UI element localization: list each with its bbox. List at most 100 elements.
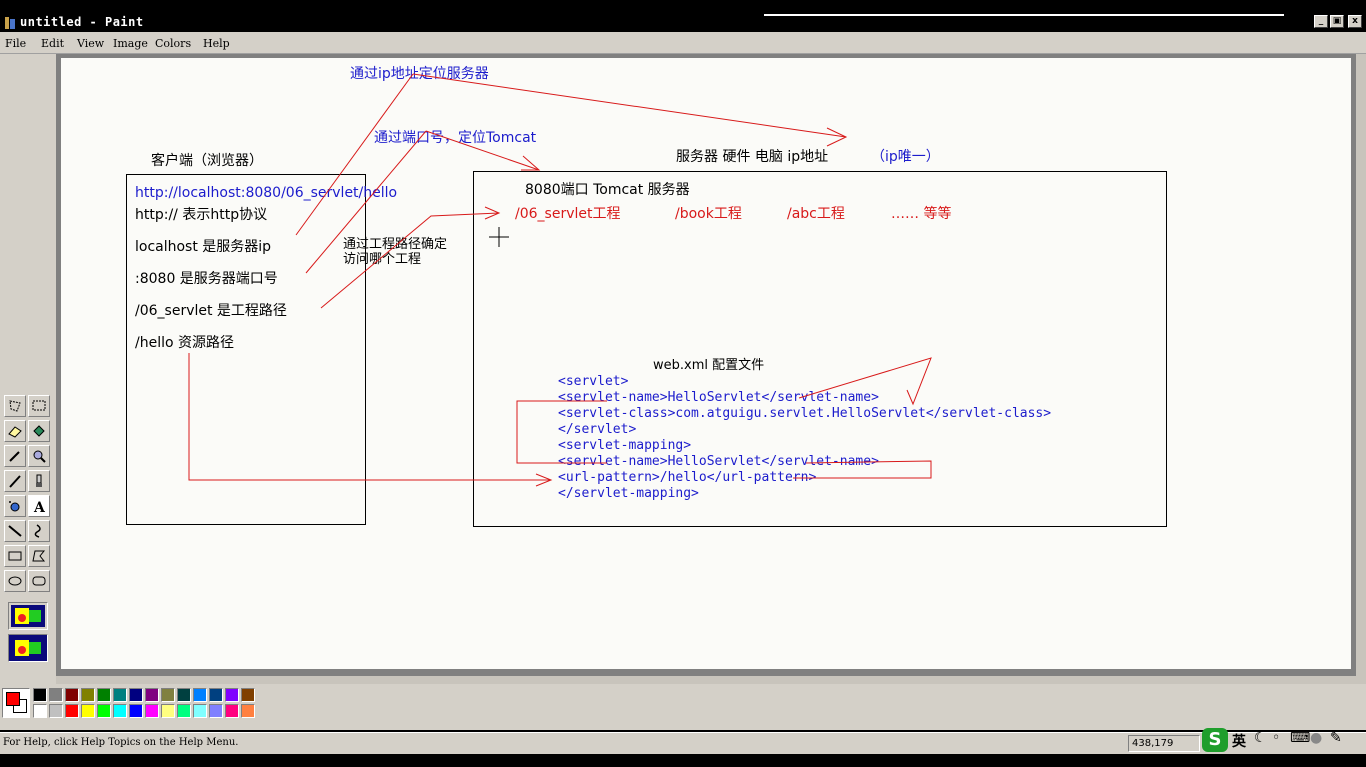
line-icon	[8, 525, 22, 537]
menu-edit[interactable]: Edit	[41, 37, 64, 50]
palette-swatch[interactable]	[177, 704, 191, 718]
palette-swatch[interactable]	[113, 704, 127, 718]
menu-bar: File Edit View Image Colors Help	[0, 32, 1366, 54]
palette-swatch[interactable]	[209, 688, 223, 702]
paint-app-icon	[3, 15, 17, 29]
ime-language[interactable]: 英	[1232, 731, 1246, 751]
ip-link-line	[295, 73, 414, 236]
palette-swatch[interactable]	[97, 688, 111, 702]
fill-tool[interactable]	[28, 420, 50, 442]
palette-swatch[interactable]	[97, 704, 111, 718]
palette-swatch[interactable]	[65, 704, 79, 718]
text-tool[interactable]: A	[28, 495, 50, 517]
palette-swatch[interactable]	[241, 688, 255, 702]
color-palette	[0, 686, 1366, 730]
status-message: For Help, click Help Topics on the Help …	[3, 737, 239, 748]
bottom-edge	[0, 754, 1366, 767]
menu-view[interactable]: View	[77, 37, 104, 50]
pick-color-tool[interactable]	[4, 445, 26, 467]
restore-button[interactable]: ▣	[1330, 15, 1344, 28]
mapping-name-box	[793, 460, 932, 479]
eraser-tool[interactable]	[4, 420, 26, 442]
cursor-coords-box: 438,179	[1128, 735, 1200, 752]
polygon-icon	[32, 550, 46, 562]
eyedropper-icon	[9, 451, 20, 462]
eraser-icon	[8, 426, 22, 438]
svg-text:A: A	[33, 500, 46, 514]
palette-swatch[interactable]	[161, 704, 175, 718]
menu-file[interactable]: File	[5, 37, 26, 50]
minimize-button[interactable]: _	[1314, 15, 1328, 28]
menu-colors[interactable]: Colors	[155, 37, 191, 50]
transparency-option-opaque[interactable]	[8, 602, 48, 630]
paint-bucket-icon	[33, 425, 45, 437]
port-arrow-head	[521, 155, 541, 171]
palette-swatch[interactable]	[129, 688, 143, 702]
drawing-canvas[interactable]: 通过ip地址定位服务器 通过端口号，定位Tomcat 客户端（浏览器） 服务器 …	[61, 58, 1351, 669]
airbrush-icon	[9, 501, 20, 512]
palette-swatch[interactable]	[49, 704, 63, 718]
palette-swatch[interactable]	[161, 688, 175, 702]
palette-swatch[interactable]	[81, 704, 95, 718]
pencil-icon	[9, 475, 21, 488]
brush-tool[interactable]	[28, 470, 50, 492]
port-link-line	[305, 130, 427, 274]
palette-swatch[interactable]	[129, 704, 143, 718]
title-divider	[764, 14, 1284, 16]
keyboard-icon[interactable]: ⌨	[1290, 730, 1310, 746]
free-select-tool[interactable]	[4, 395, 26, 417]
ime-logo-icon[interactable]: S	[1202, 728, 1228, 752]
punctuation-icon[interactable]: ◦	[1272, 730, 1280, 746]
palette-swatch[interactable]	[33, 704, 47, 718]
palette-swatch[interactable]	[65, 688, 79, 702]
current-colors[interactable]	[2, 688, 30, 718]
title-bar: untitled - Paint _ ▣ x	[0, 13, 1366, 32]
line-tool[interactable]	[4, 520, 26, 542]
palette-swatch[interactable]	[145, 688, 159, 702]
palette-swatch[interactable]	[113, 688, 127, 702]
rectangle-icon	[8, 551, 22, 561]
menu-help[interactable]: Help	[203, 37, 230, 50]
mapping-bracket	[516, 400, 607, 464]
cursor-coords: 438,179	[1132, 738, 1174, 749]
pencil-tool[interactable]	[4, 470, 26, 492]
servlet-name-arrow	[798, 357, 932, 406]
path-link-line	[320, 212, 500, 309]
transparency-option-transparent[interactable]	[8, 634, 48, 662]
settings-wrench-icon[interactable]: ✎	[1330, 730, 1342, 746]
rounded-rect-icon	[32, 576, 46, 586]
palette-swatch[interactable]	[177, 688, 191, 702]
window-title: untitled - Paint	[20, 15, 144, 29]
status-bar: For Help, click Help Topics on the Help …	[0, 732, 1366, 754]
vertical-scrollbar[interactable]	[1356, 54, 1366, 680]
rectangle-tool[interactable]	[4, 545, 26, 567]
ellipse-icon	[8, 576, 22, 586]
palette-swatch[interactable]	[241, 704, 255, 718]
crosshair-cursor-icon	[489, 227, 509, 247]
magnifier-tool[interactable]	[28, 445, 50, 467]
palette-swatch[interactable]	[81, 688, 95, 702]
menu-image[interactable]: Image	[113, 37, 148, 50]
palette-swatch[interactable]	[49, 688, 63, 702]
rect-select-tool[interactable]	[28, 395, 50, 417]
palette-swatch[interactable]	[33, 688, 47, 702]
palette-swatch[interactable]	[209, 704, 223, 718]
palette-swatch[interactable]	[225, 688, 239, 702]
palette-swatch[interactable]	[145, 704, 159, 718]
foreground-color-swatch	[6, 692, 20, 706]
airbrush-tool[interactable]	[4, 495, 26, 517]
user-icon[interactable]: ●	[1310, 730, 1322, 746]
palette-swatch[interactable]	[225, 704, 239, 718]
transparent-icon	[15, 640, 41, 656]
curve-tool[interactable]	[28, 520, 50, 542]
close-button[interactable]: x	[1348, 15, 1362, 28]
moon-icon[interactable]: ☾	[1254, 730, 1267, 746]
ellipse-tool[interactable]	[4, 570, 26, 592]
red-annotations	[188, 73, 932, 487]
horizontal-scrollbar[interactable]	[56, 676, 1366, 684]
polygon-tool[interactable]	[28, 545, 50, 567]
palette-swatch[interactable]	[193, 704, 207, 718]
palette-swatch[interactable]	[193, 688, 207, 702]
rounded-rect-tool[interactable]	[28, 570, 50, 592]
text-icon: A	[33, 500, 46, 514]
